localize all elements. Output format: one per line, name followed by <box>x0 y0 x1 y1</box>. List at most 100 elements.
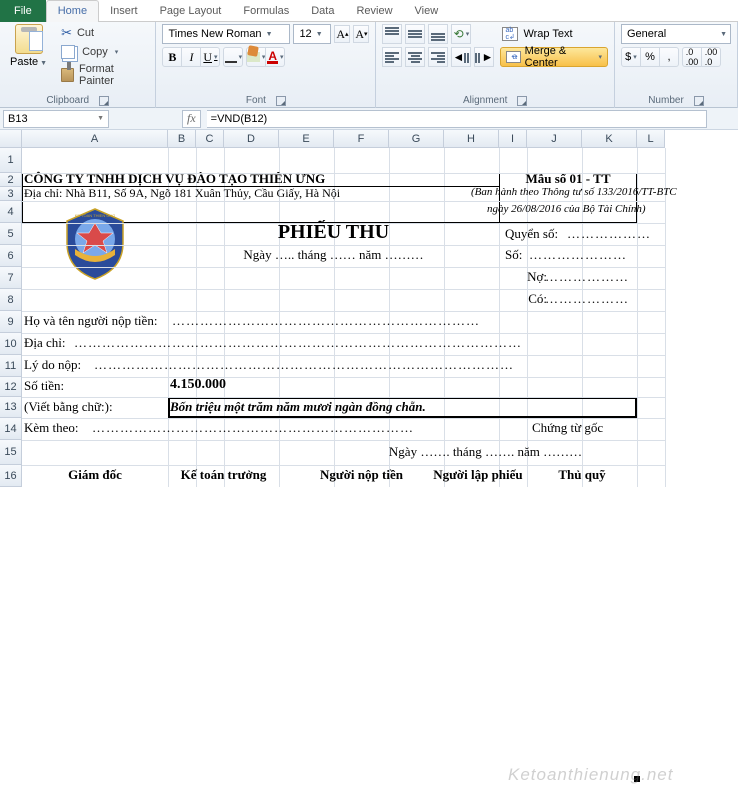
fill-handle[interactable] <box>634 776 640 782</box>
format-painter-button[interactable]: Format Painter <box>57 62 149 88</box>
fill-color-button[interactable]: ▾ <box>246 47 266 67</box>
row-header[interactable]: 15 <box>0 440 22 465</box>
viet-label: (Viết bằng chữ:): <box>24 399 113 415</box>
brush-icon <box>61 68 74 82</box>
kem-dots: …………………………………………………………… <box>92 420 414 436</box>
select-all-corner[interactable] <box>0 130 22 148</box>
hoten-label: Họ và tên người nộp tiền: <box>24 313 157 329</box>
col-header[interactable]: H <box>444 130 499 148</box>
row-header[interactable]: 1 <box>0 148 22 173</box>
file-tab[interactable]: File <box>0 0 46 22</box>
tab-formulas[interactable]: Formulas <box>232 0 300 22</box>
decrease-indent-button[interactable]: ◄ <box>451 47 471 67</box>
increase-indent-icon: ► <box>475 50 493 64</box>
copy-button[interactable]: Copy▾ <box>57 44 149 60</box>
row-header[interactable]: 14 <box>0 418 22 440</box>
company-logo: KE TOAN THIEN UNG <box>57 203 133 283</box>
row-header[interactable]: 9 <box>0 311 22 333</box>
sig-ketoan: Kế toán trưởng <box>168 467 279 483</box>
col-header[interactable]: G <box>389 130 444 148</box>
fx-button[interactable]: fx <box>182 110 201 128</box>
date-line-2: Ngày ……. tháng ……. năm ……… <box>334 444 637 460</box>
paste-button[interactable]: Paste▼ <box>6 24 51 88</box>
col-header[interactable]: B <box>168 130 196 148</box>
amount-value: 4.150.000 <box>170 377 226 393</box>
font-size-combo[interactable]: 12▼ <box>293 24 331 44</box>
merge-icon <box>506 51 520 63</box>
tab-data[interactable]: Data <box>300 0 345 22</box>
tab-review[interactable]: Review <box>345 0 403 22</box>
border-icon <box>225 51 237 63</box>
font-color-icon: A <box>267 51 278 64</box>
formula-bar[interactable] <box>207 110 707 128</box>
align-center-button[interactable] <box>405 47 425 67</box>
row-header[interactable]: 5 <box>0 223 22 245</box>
bold-button[interactable]: B <box>162 47 182 67</box>
borders-button[interactable]: ▾ <box>223 47 243 67</box>
comma-format-button[interactable]: , <box>659 47 679 67</box>
align-bottom-button[interactable] <box>428 24 448 44</box>
number-format-combo[interactable]: General▼ <box>621 24 731 44</box>
cut-button[interactable]: ✂Cut <box>57 24 149 42</box>
font-dialog-icon[interactable] <box>276 96 286 106</box>
wrap-text-button[interactable]: Wrap Text <box>500 24 608 44</box>
co-dots: ……………… <box>545 291 629 307</box>
font-name-combo[interactable]: Times New Roman▼ <box>162 24 290 44</box>
col-header[interactable]: C <box>196 130 224 148</box>
worksheet-grid[interactable]: CÔNG TY TNHH DỊCH VỤ ĐÀO TẠO THIÊN ƯNG M… <box>22 148 738 507</box>
lydo-dots: ……………………………………………………………………………… <box>94 357 514 373</box>
align-left-button[interactable] <box>382 47 402 67</box>
col-header[interactable]: F <box>334 130 389 148</box>
tab-home[interactable]: Home <box>46 0 99 22</box>
row-header[interactable]: 6 <box>0 245 22 267</box>
clipboard-dialog-icon[interactable] <box>99 96 109 106</box>
issued-line2: ngày 26/08/2016 của Bộ Tài Chính) <box>487 203 646 215</box>
row-header[interactable]: 7 <box>0 267 22 289</box>
col-header[interactable]: J <box>527 130 582 148</box>
amount-in-words: Bốn triệu một trăm năm mươi ngàn đồng ch… <box>170 399 426 415</box>
merge-center-button[interactable]: Merge & Center▾ <box>500 47 608 67</box>
row-header[interactable]: 3 <box>0 187 22 201</box>
col-header[interactable]: K <box>582 130 637 148</box>
row-header[interactable]: 11 <box>0 355 22 377</box>
decrease-decimal-button[interactable]: .00.0 <box>701 47 721 67</box>
col-header[interactable]: D <box>224 130 279 148</box>
row-header[interactable]: 2 <box>0 173 22 187</box>
col-header[interactable]: E <box>279 130 334 148</box>
accounting-format-button[interactable]: $▾ <box>621 47 641 67</box>
italic-button[interactable]: I <box>181 47 201 67</box>
so-label: Số: <box>505 247 522 263</box>
row-header[interactable]: 12 <box>0 377 22 397</box>
underline-button[interactable]: U▾ <box>200 47 220 67</box>
grow-font-button[interactable]: A▴ <box>334 25 350 43</box>
increase-decimal-button[interactable]: .0.00 <box>682 47 702 67</box>
col-header[interactable]: A <box>22 130 168 148</box>
col-header[interactable]: I <box>499 130 527 148</box>
align-right-button[interactable] <box>428 47 448 67</box>
alignment-dialog-icon[interactable] <box>517 96 527 106</box>
row-header[interactable]: 13 <box>0 397 22 418</box>
sig-nguoinop: Người nộp tiền <box>279 467 444 483</box>
hoten-dots: ………………………………………………………… <box>172 313 480 329</box>
row-header[interactable]: 8 <box>0 289 22 311</box>
shrink-font-button[interactable]: A▾ <box>353 25 369 43</box>
orientation-button[interactable]: ⟲▾ <box>451 24 471 44</box>
align-top-button[interactable] <box>382 24 402 44</box>
name-box[interactable]: B13▼ <box>3 110 109 128</box>
row-header[interactable]: 4 <box>0 201 22 223</box>
orientation-icon: ⟲ <box>454 27 464 41</box>
font-color-button[interactable]: A▾ <box>265 47 285 67</box>
align-middle-button[interactable] <box>405 24 425 44</box>
row-header[interactable]: 16 <box>0 465 22 487</box>
sig-thuquy: Thủ quỹ <box>527 467 637 483</box>
tab-insert[interactable]: Insert <box>99 0 149 22</box>
row-header[interactable]: 10 <box>0 333 22 355</box>
scissors-icon: ✂ <box>61 25 72 41</box>
tab-page-layout[interactable]: Page Layout <box>149 0 233 22</box>
group-alignment: ⟲▾ ◄ ► Wrap Text Merge & Center▾ Alignme… <box>376 22 615 108</box>
increase-indent-button[interactable]: ► <box>474 47 494 67</box>
number-dialog-icon[interactable] <box>694 96 704 106</box>
tab-view[interactable]: View <box>404 0 450 22</box>
col-header[interactable]: L <box>637 130 665 148</box>
percent-format-button[interactable]: % <box>640 47 660 67</box>
